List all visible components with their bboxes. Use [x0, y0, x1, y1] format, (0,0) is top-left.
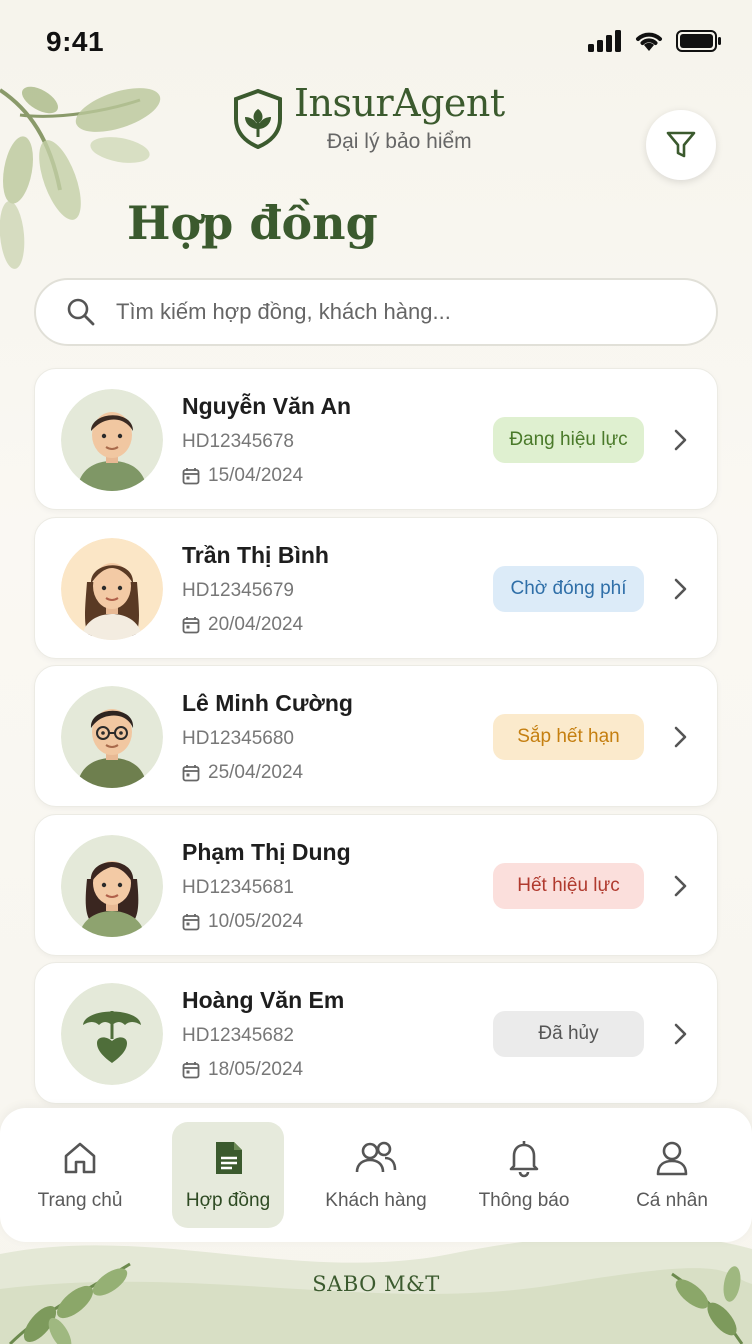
- document-icon: [216, 1142, 242, 1174]
- nav-item-profile[interactable]: Cá nhân: [622, 1122, 722, 1228]
- nav-label: Cá nhân: [636, 1190, 708, 1211]
- contract-card[interactable]: Trần Thị Bình HD12345679 20/04/2024 Chờ …: [34, 516, 718, 659]
- contract-date: 15/04/2024: [182, 465, 303, 487]
- nav-label: Hợp đồng: [185, 1190, 271, 1211]
- status-badge: Chờ đóng phí: [493, 565, 644, 612]
- filter-button[interactable]: [646, 110, 716, 180]
- woman-avatar: [61, 834, 163, 937]
- calendar-icon: [182, 913, 200, 930]
- contract-date: 25/04/2024: [182, 762, 303, 784]
- filter-icon: [666, 131, 696, 158]
- contract-card[interactable]: Lê Minh Cường HD12345680 25/04/2024 Sắp …: [34, 665, 718, 807]
- contract-date-text: 20/04/2024: [208, 613, 304, 635]
- contract-code: HD12345680: [182, 728, 294, 749]
- shield-leaf-logo-icon: [234, 89, 282, 149]
- man-glasses-avatar: [61, 686, 163, 788]
- chevron-right-icon: [674, 726, 687, 748]
- bell-icon: [509, 1141, 539, 1178]
- signal-icon: [588, 30, 621, 52]
- nav-item-notifications[interactable]: Thông báo: [466, 1122, 582, 1228]
- status-badge: Đang hiệu lực: [493, 417, 644, 463]
- contract-date: 10/05/2024: [182, 911, 303, 933]
- status-badge: Đã hủy: [493, 1011, 644, 1057]
- calendar-icon: [182, 468, 200, 485]
- contract-customer-name: Trần Thị Bình: [182, 541, 329, 568]
- status-badge: Sắp hết hạn: [493, 714, 644, 760]
- app-screen: 9:41 InsurAgent Đại lý bảo hiểm Hợp đồng…: [0, 0, 752, 1344]
- chevron-right-icon: [674, 429, 687, 451]
- contract-code: HD12345679: [182, 579, 294, 601]
- search-icon: [67, 298, 95, 326]
- chevron-right-icon: [674, 1023, 687, 1045]
- brand: InsurAgent Đại lý bảo hiểm: [232, 84, 505, 154]
- nav-label: Khách hàng: [325, 1190, 427, 1211]
- status-time: 9:41: [46, 26, 105, 57]
- home-icon: [64, 1142, 96, 1174]
- contract-code: HD12345682: [182, 1025, 294, 1046]
- calendar-icon: [182, 1062, 200, 1079]
- woman-avatar: [61, 537, 163, 640]
- contract-date-text: 10/05/2024: [208, 910, 304, 932]
- search-bar[interactable]: [34, 278, 718, 346]
- contract-card[interactable]: Phạm Thị Dung HD12345681 10/05/2024 Hết …: [34, 813, 718, 956]
- brand-subtitle: Đại lý bảo hiểm: [326, 130, 472, 153]
- umbrella-heart-icon: [61, 983, 163, 1085]
- bottom-nav: Trang chủ Hợp đồng Khách hàng Thông báo …: [0, 1108, 752, 1242]
- nav-label: Trang chủ: [37, 1190, 123, 1211]
- contract-date: 18/05/2024: [182, 1059, 303, 1081]
- contract-date: 20/04/2024: [182, 614, 303, 636]
- contract-card[interactable]: Hoàng Văn Em HD12345682 18/05/2024 Đã hủ…: [34, 962, 718, 1104]
- search-input[interactable]: [116, 299, 676, 325]
- nav-label: Thông báo: [478, 1190, 570, 1211]
- contract-code: HD12345678: [182, 431, 294, 452]
- calendar-icon: [182, 616, 200, 633]
- contract-date-text: 25/04/2024: [208, 762, 304, 783]
- contract-customer-name: Hoàng Văn Em: [182, 987, 345, 1013]
- page-title: Hợp đồng: [127, 196, 378, 250]
- contract-date-text: 15/04/2024: [208, 465, 304, 486]
- nav-item-home[interactable]: Trang chủ: [20, 1122, 140, 1228]
- footer-brand: SABO M&T: [312, 1272, 440, 1296]
- contract-customer-name: Phạm Thị Dung: [182, 838, 351, 865]
- contract-date-text: 18/05/2024: [208, 1059, 304, 1080]
- battery-icon: [676, 30, 721, 52]
- contract-card[interactable]: Nguyễn Văn An HD12345678 15/04/2024 Đang…: [34, 368, 718, 510]
- contract-list: Nguyễn Văn An HD12345678 15/04/2024 Đang…: [34, 368, 718, 1111]
- contract-code: HD12345681: [182, 876, 294, 898]
- chevron-right-icon: [674, 578, 687, 599]
- status-icons: [588, 30, 722, 52]
- brand-name: InsurAgent: [294, 81, 505, 125]
- chevron-right-icon: [674, 875, 687, 896]
- man-avatar: [61, 389, 163, 491]
- users-icon: [355, 1141, 397, 1173]
- status-bar: 9:41: [0, 0, 752, 80]
- wifi-icon: [636, 32, 662, 51]
- contract-customer-name: Lê Minh Cường: [182, 690, 353, 716]
- nav-item-customers[interactable]: Khách hàng: [314, 1122, 438, 1228]
- user-icon: [656, 1141, 688, 1176]
- calendar-icon: [182, 765, 200, 782]
- status-badge: Hết hiệu lực: [493, 862, 644, 909]
- nav-item-contracts[interactable]: Hợp đồng: [172, 1122, 284, 1228]
- contract-customer-name: Nguyễn Văn An: [182, 393, 352, 419]
